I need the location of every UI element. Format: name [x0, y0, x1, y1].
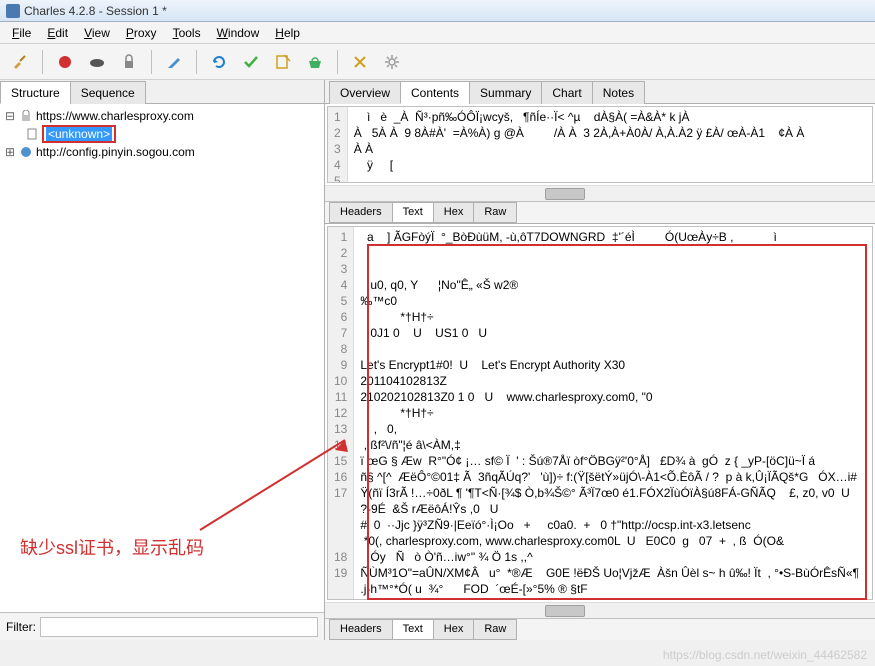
tab-chart[interactable]: Chart [541, 81, 592, 104]
tools-icon[interactable] [346, 48, 374, 76]
subtab-hex-2[interactable]: Hex [433, 619, 475, 640]
tree-host-label: https://www.charlesproxy.com [36, 109, 194, 123]
request-pane: 1 2 3 4 5 6 7 ì è _À Ñ³·pñ‰ÓÔÏ¡wcyš, ¶ñÍ… [325, 104, 875, 223]
expand-icon[interactable]: ⊞ [4, 145, 16, 159]
refresh-icon[interactable] [205, 48, 233, 76]
toolbar [0, 44, 875, 80]
tree-unknown-label: <unknown> [46, 127, 112, 141]
request-hscroll[interactable] [325, 185, 875, 201]
window-title: Charles 4.2.8 - Session 1 * [24, 4, 167, 18]
menu-proxy[interactable]: Proxy [118, 24, 165, 42]
menu-file[interactable]: File [4, 24, 39, 42]
globe-icon [19, 145, 33, 159]
broom-icon[interactable] [6, 48, 34, 76]
pencil-icon[interactable] [160, 48, 188, 76]
tab-overview[interactable]: Overview [329, 81, 401, 104]
lock-icon[interactable] [115, 48, 143, 76]
menu-edit[interactable]: Edit [39, 24, 76, 42]
annotation-box-garbled [367, 244, 867, 600]
response-gutter: 1 2 3 4 5 6 7 8 9 10 11 12 13 14 15 16 1… [328, 227, 354, 599]
tree-host2-label: http://config.pinyin.sogou.com [36, 145, 195, 159]
collapse-icon[interactable]: ⊟ [4, 109, 16, 123]
filter-bar: Filter: [0, 612, 324, 640]
tab-summary[interactable]: Summary [469, 81, 542, 104]
watermark: https://blog.csdn.net/weixin_44462582 [663, 648, 867, 662]
response-sub-tabs: Headers Text Hex Raw [325, 618, 875, 640]
response-hscroll[interactable] [325, 602, 875, 618]
turtle-icon[interactable] [83, 48, 111, 76]
filter-label: Filter: [6, 620, 36, 634]
subtab-headers[interactable]: Headers [329, 202, 393, 223]
annotation-text: 缺少ssl证书，显示乱码 [20, 534, 204, 560]
request-text-area[interactable]: 1 2 3 4 5 6 7 ì è _À Ñ³·pñ‰ÓÔÏ¡wcyš, ¶ñÍ… [327, 106, 873, 183]
subtab-headers-2[interactable]: Headers [329, 619, 393, 640]
request-text: ì è _À Ñ³·pñ‰ÓÔÏ¡wcyš, ¶ñÍe··Ï< ^µ dÀ§À(… [348, 107, 872, 182]
titlebar: Charles 4.2.8 - Session 1 * [0, 0, 875, 22]
tab-notes[interactable]: Notes [592, 81, 645, 104]
menu-tools[interactable]: Tools [165, 24, 209, 42]
request-sub-tabs: Headers Text Hex Raw [325, 201, 875, 223]
left-tabs: Structure Sequence [0, 80, 324, 104]
menu-view[interactable]: View [76, 24, 118, 42]
tree-unknown[interactable]: <unknown> [22, 124, 320, 144]
annotation-box-unknown: <unknown> [42, 125, 116, 143]
check-icon[interactable] [237, 48, 265, 76]
https-lock-icon [19, 109, 33, 123]
tree-host-1[interactable]: ⊟ https://www.charlesproxy.com [4, 108, 320, 124]
request-gutter: 1 2 3 4 5 6 7 [328, 107, 348, 182]
right-tabs: Overview Contents Summary Chart Notes [325, 80, 875, 104]
basket-icon[interactable] [301, 48, 329, 76]
scrollbar-thumb[interactable] [545, 188, 585, 200]
tab-structure[interactable]: Structure [0, 81, 71, 104]
subtab-raw-2[interactable]: Raw [473, 619, 517, 640]
menu-help[interactable]: Help [267, 24, 308, 42]
gear-icon[interactable] [378, 48, 406, 76]
annotation-arrow-icon [120, 430, 360, 540]
record-icon[interactable] [51, 48, 79, 76]
tab-contents[interactable]: Contents [400, 81, 470, 104]
filter-input[interactable] [40, 617, 318, 637]
scrollbar-thumb[interactable] [545, 605, 585, 617]
menubar: File Edit View Proxy Tools Window Help [0, 22, 875, 44]
compose-icon[interactable] [269, 48, 297, 76]
file-icon [25, 127, 39, 141]
response-pane: 1 2 3 4 5 6 7 8 9 10 11 12 13 14 15 16 1… [325, 223, 875, 640]
menu-window[interactable]: Window [209, 24, 268, 42]
subtab-text[interactable]: Text [392, 202, 434, 223]
right-panel: Overview Contents Summary Chart Notes 1 … [325, 80, 875, 640]
tab-sequence[interactable]: Sequence [70, 81, 146, 104]
app-icon [6, 4, 20, 18]
subtab-hex[interactable]: Hex [433, 202, 475, 223]
subtab-text-2[interactable]: Text [392, 619, 434, 640]
subtab-raw[interactable]: Raw [473, 202, 517, 223]
tree-host-2[interactable]: ⊞ http://config.pinyin.sogou.com [4, 144, 320, 160]
